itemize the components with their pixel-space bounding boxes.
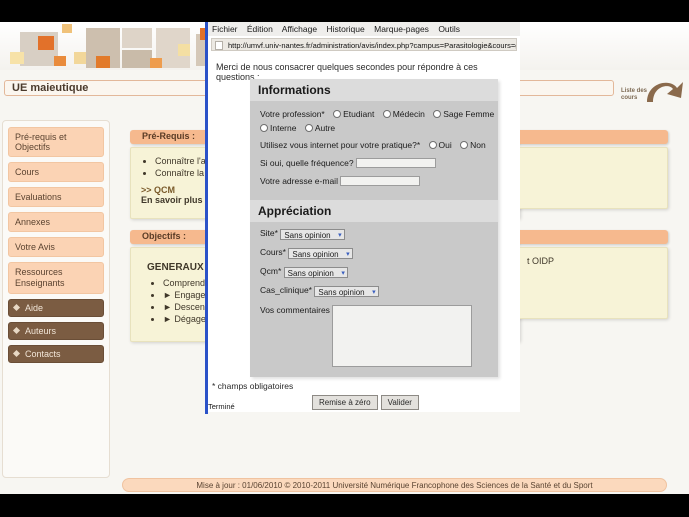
liste-cours-link[interactable]: Liste des cours <box>617 72 685 116</box>
comments-row: Vos commentaires <box>250 299 498 369</box>
form-buttons: Remise à zéro Valider <box>312 395 419 410</box>
email-row: Votre adresse e-mail <box>250 170 498 194</box>
submit-button[interactable]: Valider <box>380 395 419 410</box>
comments-label: Vos commentaires <box>260 305 330 315</box>
site-row: Site* Sans opinion <box>250 222 498 242</box>
reset-button[interactable]: Remise à zéro <box>312 395 378 410</box>
site-select[interactable]: Sans opinion <box>280 229 345 241</box>
sidebar-button-aide-label: Aide <box>25 303 44 313</box>
address-bar-url: http://umvf.univ-nantes.fr/administratio… <box>228 41 517 50</box>
cours-select[interactable]: Sans opinion <box>288 248 353 260</box>
informations-title: Informations <box>250 79 498 101</box>
profession-option-interne: Interne <box>270 123 297 133</box>
radio-etudiant[interactable] <box>333 110 342 118</box>
email-input[interactable] <box>340 176 421 186</box>
radio-oui[interactable] <box>428 141 437 149</box>
profession-option-autre: Autre <box>314 123 336 133</box>
appreciation-title: Appréciation <box>250 200 498 222</box>
internet-row: Utilisez vous internet pour votre pratiq… <box>250 135 498 152</box>
radio-medecin[interactable] <box>382 110 391 118</box>
sidebar-button-contacts-label: Contacts <box>25 349 61 359</box>
sidebar-item-prerequis[interactable]: Pré-requis et Objectifs <box>8 127 104 157</box>
curved-arrow-icon <box>647 82 683 102</box>
comments-textarea[interactable] <box>332 305 473 367</box>
cas-clinique-select[interactable]: Sans opinion <box>314 286 379 298</box>
frequence-input[interactable] <box>355 158 436 168</box>
internet-option-oui: Oui <box>438 140 452 150</box>
browser-status-text: Terminé <box>208 402 235 411</box>
sidebar-button-aide[interactable]: Aide <box>8 299 104 317</box>
menu-edition[interactable]: Édition <box>247 24 273 34</box>
profession-option-etudiant: Etudiant <box>343 109 375 119</box>
survey-popup-window: Fichier Édition Affichage Historique Mar… <box>205 22 520 412</box>
panel-right-top-header <box>516 130 668 144</box>
survey-form: Informations Votre profession* Etudiant … <box>250 79 498 377</box>
sidebar-item-ressources[interactable]: Ressources Enseignants <box>8 262 104 294</box>
sidebar-button-auteurs[interactable]: Auteurs <box>8 322 104 340</box>
cas-clinique-label: Cas_clinique* <box>260 285 312 295</box>
radio-autre[interactable] <box>304 124 313 132</box>
cas-clinique-row: Cas_clinique* Sans opinion <box>250 280 498 299</box>
panel-right-bottom-header <box>516 230 668 244</box>
qcm-row: Qcm* Sans opinion <box>250 261 498 280</box>
browser-menu-bar: Fichier Édition Affichage Historique Mar… <box>208 22 520 36</box>
panel-right-bottom: t OIDP <box>516 230 668 319</box>
profession-row: Votre profession* Etudiant Médecin Sage … <box>250 107 498 121</box>
menu-affichage[interactable]: Affichage <box>282 24 317 34</box>
last-update-bar: Mise à jour : 01/06/2010 © 2010-2011 Uni… <box>122 478 667 492</box>
liste-cours-label: Liste des cours <box>621 88 648 101</box>
profession-option-medecin: Médecin <box>392 109 425 119</box>
menu-historique[interactable]: Historique <box>326 24 364 34</box>
menu-marque-pages[interactable]: Marque-pages <box>374 24 429 34</box>
site-label: Site* <box>260 228 278 238</box>
panel-right-text: t OIDP <box>527 256 555 266</box>
cours-row: Cours* Sans opinion <box>250 242 498 261</box>
sidebar-nav: Pré-requis et Objectifs Cours Evaluation… <box>2 120 110 478</box>
radio-interne[interactable] <box>260 124 268 132</box>
sidebar-item-cours[interactable]: Cours <box>8 162 104 182</box>
radio-non[interactable] <box>460 141 469 149</box>
sidebar-item-annexes[interactable]: Annexes <box>8 212 104 232</box>
profession-row-2: Interne Autre <box>250 121 498 135</box>
email-label: Votre adresse e-mail <box>260 176 338 186</box>
profession-label: Votre profession* <box>260 109 325 119</box>
required-fields-note: * champs obligatoires <box>212 381 294 391</box>
radio-sage-femme[interactable] <box>433 110 442 118</box>
cours-label: Cours* <box>260 247 286 257</box>
qcm-label: Qcm* <box>260 266 282 276</box>
diamond-icon <box>12 349 21 358</box>
frequence-row: Si oui, quelle fréquence? <box>250 152 498 170</box>
panel-right-top <box>516 130 668 209</box>
internet-option-non: Non <box>470 140 486 150</box>
sidebar-item-evaluations[interactable]: Evaluations <box>8 187 104 207</box>
sidebar-button-contacts[interactable]: Contacts <box>8 345 104 363</box>
internet-label: Utilisez vous internet pour votre pratiq… <box>260 140 421 150</box>
address-bar[interactable]: http://umvf.univ-nantes.fr/administratio… <box>211 38 517 51</box>
frequence-label: Si oui, quelle fréquence? <box>260 158 354 168</box>
menu-outils[interactable]: Outils <box>438 24 460 34</box>
menu-fichier[interactable]: Fichier <box>212 24 238 34</box>
sidebar-item-votre-avis[interactable]: Votre Avis <box>8 237 104 257</box>
qcm-select[interactable]: Sans opinion <box>283 267 348 279</box>
diamond-icon <box>12 303 21 312</box>
profession-option-sage-femme: Sage Femme <box>443 109 495 119</box>
diamond-icon <box>12 326 21 335</box>
sidebar-button-auteurs-label: Auteurs <box>25 326 57 336</box>
page-favicon <box>215 41 223 50</box>
